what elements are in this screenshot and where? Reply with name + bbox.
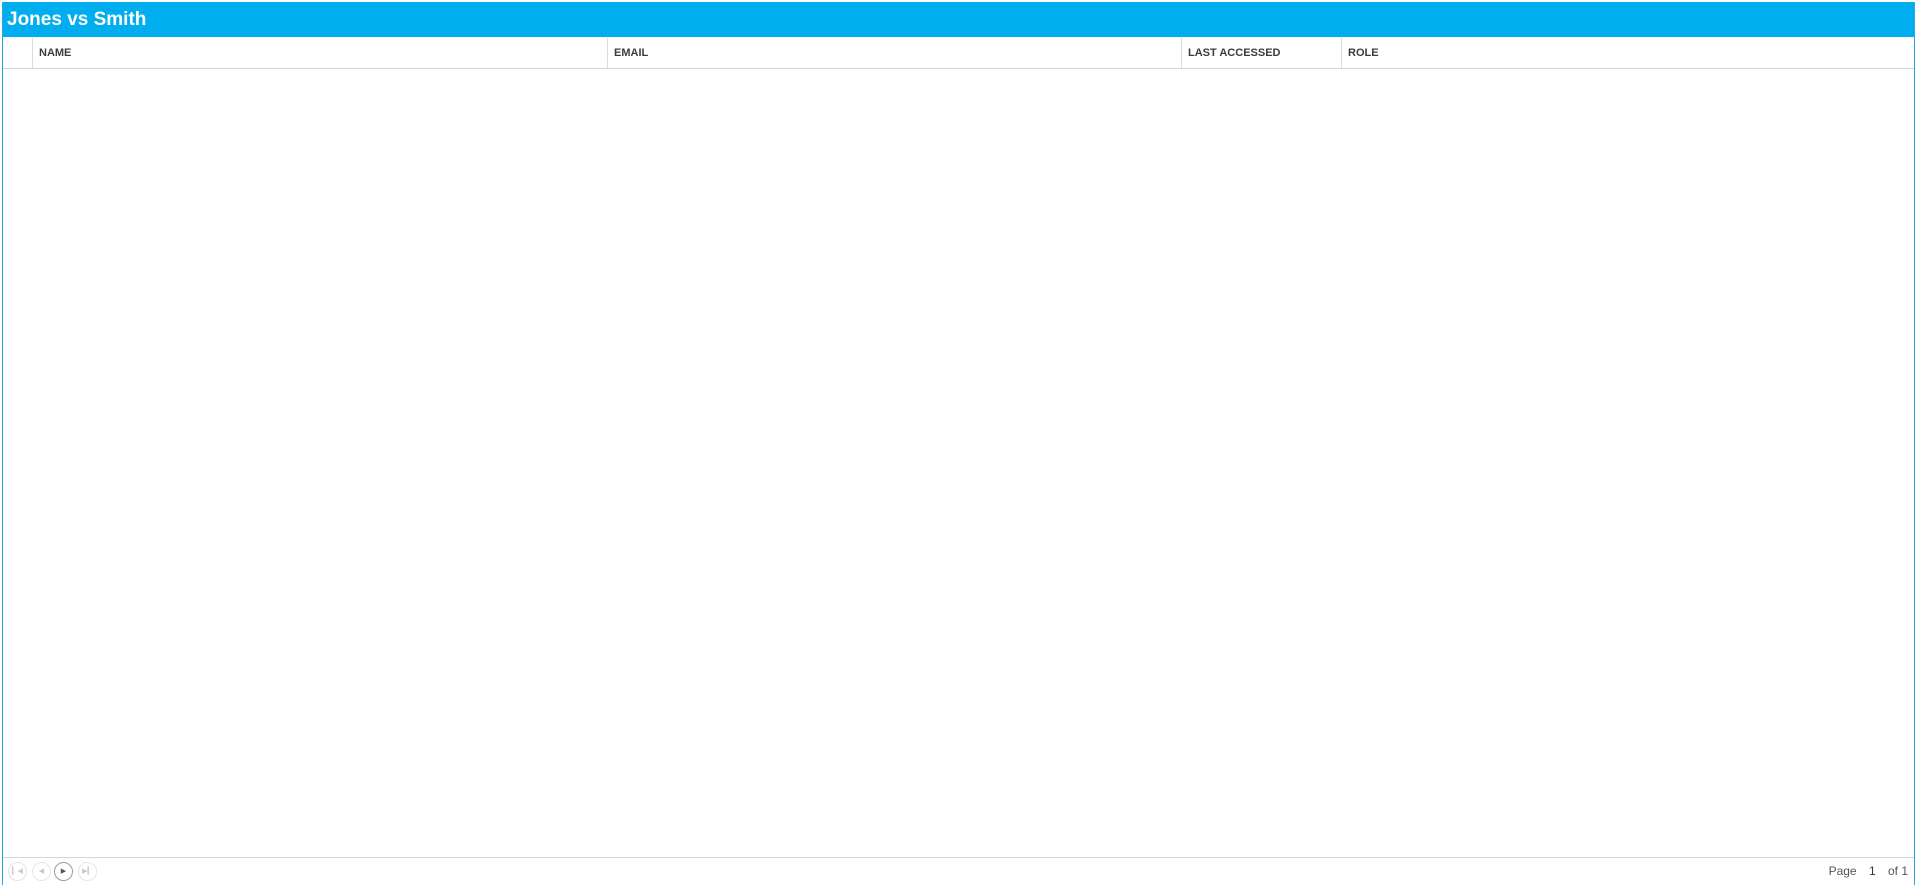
pager: ▎◀ ◀ ▶ ▶▎ Page 1 of 1 bbox=[3, 857, 1914, 885]
grid-header: NAME EMAIL LAST ACCESSED ROLE bbox=[3, 38, 1914, 69]
users-panel: Jones vs Smith NAME EMAIL LAST ACCESSED … bbox=[2, 2, 1915, 885]
current-page-input[interactable]: 1 bbox=[1869, 858, 1876, 885]
column-header-last-accessed[interactable]: LAST ACCESSED bbox=[1181, 38, 1341, 68]
select-all-column[interactable] bbox=[3, 38, 32, 68]
previous-page-icon[interactable]: ◀ bbox=[32, 862, 51, 881]
next-page-icon[interactable]: ▶ bbox=[54, 862, 73, 881]
page-count-label: of 1 bbox=[1887, 864, 1908, 878]
grid-body bbox=[3, 69, 1914, 857]
first-page-icon[interactable]: ▎◀ bbox=[8, 862, 27, 881]
column-header-name[interactable]: NAME bbox=[32, 38, 607, 68]
page-label: Page bbox=[1828, 864, 1857, 878]
panel-title: Jones vs Smith bbox=[3, 2, 1914, 37]
pager-info: Page 1 of 1 bbox=[1829, 858, 1908, 885]
column-header-role[interactable]: ROLE bbox=[1341, 38, 1914, 68]
last-page-icon[interactable]: ▶▎ bbox=[78, 862, 97, 881]
column-header-email[interactable]: EMAIL bbox=[607, 38, 1181, 68]
